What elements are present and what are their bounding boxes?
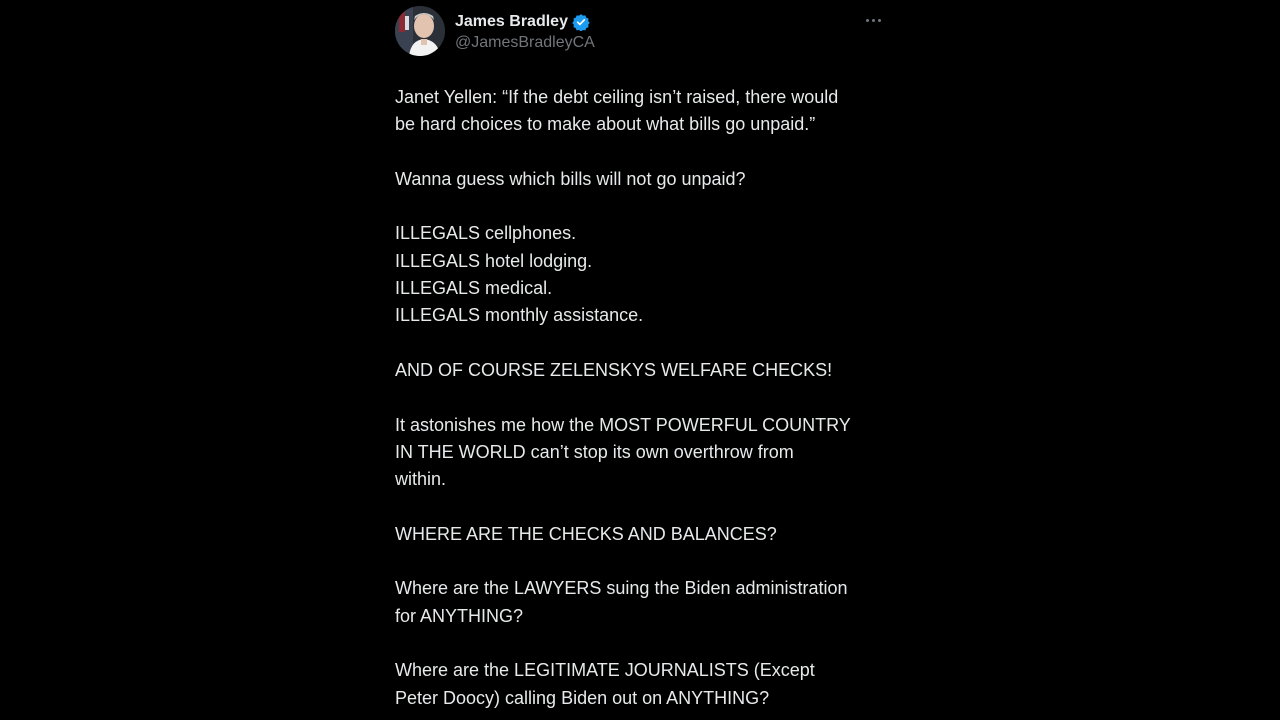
tweet-line: within. [395, 469, 447, 490]
tweet-line: ILLEGALS monthly assistance. [395, 305, 644, 326]
author-display-name[interactable]: James Bradley [455, 12, 568, 32]
tweet-paragraph: WHERE ARE THE CHECKS AND BALANCES? [395, 521, 890, 548]
tweet-paragraph: It astonishes me how the MOST POWERFUL C… [395, 412, 890, 494]
tweet-line: Janet Yellen: “If the debt ceiling isn’t… [395, 87, 839, 107]
more-dot [865, 18, 869, 22]
verified-badge-icon [572, 13, 590, 32]
tweet-line: be hard choices to make about what bills… [395, 114, 816, 135]
tweet-paragraph: Wanna guess which bills will not go unpa… [395, 166, 890, 193]
tweet-line: It astonishes me how the MOST POWERFUL C… [395, 414, 851, 435]
more-dot [871, 18, 875, 22]
more-dot [877, 18, 881, 22]
tweet-paragraph: Janet Yellen: “If the debt ceiling isn’t… [395, 84, 890, 139]
tweet-line: for ANYTHING? [395, 605, 524, 626]
tweet-line: Wanna guess which bills will not go unpa… [395, 168, 746, 189]
avatar-image-icon [395, 6, 445, 56]
tweet-line: Where are the LEGITIMATE JOURNALISTS (Ex… [395, 660, 815, 681]
tweet-paragraph: AND OF COURSE ZELENSKYS WELFARE CHECKS! [395, 357, 890, 384]
tweet-paragraph: ILLEGALS cellphones. ILLEGALS hotel lodgi… [395, 220, 890, 329]
tweet-line: IN THE WORLD can’t stop its own overthro… [395, 441, 794, 462]
tweet-line: Peter Doocy) calling Biden out on ANYTHI… [395, 687, 770, 708]
tweet-line: AND OF COURSE ZELENSKYS WELFARE CHECKS! [395, 359, 833, 380]
author-handle[interactable]: @JamesBradleyCA [455, 33, 595, 53]
avatar[interactable] [395, 6, 445, 56]
author-name-row: James Bradley [455, 12, 590, 32]
tweet-line: ILLEGALS medical. [395, 278, 553, 299]
tweet-paragraph: Where are the LAWYERS suing the Biden ad… [395, 575, 890, 630]
tweet-line: Where are the LAWYERS suing the Biden ad… [395, 578, 848, 599]
more-options-icon[interactable] [863, 10, 883, 30]
tweet-text: Janet Yellen: “If the debt ceiling isn’t… [395, 84, 890, 720]
tweet-line: ILLEGALS cellphones. [395, 223, 577, 244]
tweet-paragraph: Where are the LEGITIMATE JOURNALISTS (Ex… [395, 657, 890, 712]
tweet-header: James Bradley @JamesBradleyCA [395, 6, 887, 58]
tweet-line: WHERE ARE THE CHECKS AND BALANCES? [395, 523, 777, 544]
tweet-card: James Bradley @JamesBradleyCA Janet Yell… [395, 6, 887, 708]
tweet-line: ILLEGALS hotel lodging. [395, 250, 593, 271]
